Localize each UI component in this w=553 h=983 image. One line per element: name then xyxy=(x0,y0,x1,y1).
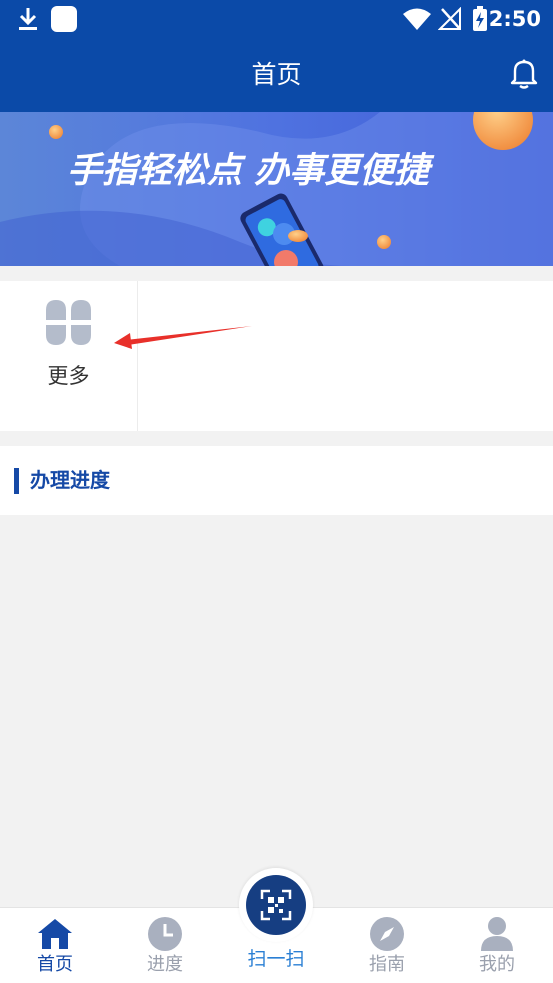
nav-label-home: 首页 xyxy=(37,954,73,975)
nav-label-mine: 我的 xyxy=(479,954,515,975)
page-title: 首页 xyxy=(251,60,302,89)
more-label: 更多 xyxy=(47,364,90,388)
bell-icon[interactable] xyxy=(509,58,539,90)
banner-slogan: 手指轻松点 办事更便捷 xyxy=(67,151,435,191)
home-icon xyxy=(38,919,72,949)
title-bar: 首页 xyxy=(0,38,553,112)
download-icon xyxy=(19,8,37,30)
progress-section-header: 办理进度 xyxy=(0,446,553,515)
compass-icon xyxy=(370,917,404,951)
quick-menu: 更多 xyxy=(0,281,553,431)
user-icon xyxy=(481,917,513,951)
app-header: 2:50 首页 xyxy=(0,0,553,112)
nav-item-home[interactable]: 首页 xyxy=(0,908,110,983)
no-signal-icon xyxy=(438,7,461,30)
nav-item-guide[interactable]: 指南 xyxy=(332,908,442,983)
scan-label[interactable]: 扫一扫 xyxy=(221,945,331,973)
nav-label-progress: 进度 xyxy=(147,954,183,975)
app-notification-icon xyxy=(51,6,77,32)
nav-item-progress[interactable]: 进度 xyxy=(110,908,220,983)
section-title: 办理进度 xyxy=(30,468,110,492)
battery-charging-icon xyxy=(473,6,487,31)
section-accent-bar xyxy=(14,468,19,494)
nav-item-mine[interactable]: 我的 xyxy=(442,908,552,983)
wifi-icon xyxy=(403,8,431,30)
status-bar: 2:50 xyxy=(0,0,553,38)
scan-button-inner xyxy=(246,875,306,935)
more-button[interactable]: 更多 xyxy=(0,281,138,431)
banner-illustration: 手指轻松点 办事更便捷 xyxy=(0,112,553,266)
promo-banner[interactable]: 手指轻松点 办事更便捷 xyxy=(0,112,553,266)
clock-icon xyxy=(148,917,182,951)
annotation-arrow xyxy=(114,326,252,349)
status-time: 2:50 xyxy=(488,7,541,31)
nav-label-guide: 指南 xyxy=(369,954,405,975)
scan-button[interactable] xyxy=(239,868,313,942)
app-screen: 2:50 首页 手指轻松点 办事更便捷 更多 办理进度 首页 进度 指南 我的 … xyxy=(0,0,553,983)
grid-more-icon xyxy=(46,300,91,345)
qr-scan-icon xyxy=(260,889,292,921)
